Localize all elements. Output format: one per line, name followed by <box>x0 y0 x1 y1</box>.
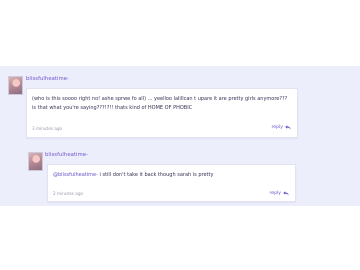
reply-label: reply <box>271 125 283 130</box>
comment-author[interactable]: blissfulheatime- <box>45 152 88 158</box>
comment-text-body: i still don't take it back though sarah … <box>97 172 214 178</box>
avatar[interactable] <box>28 152 43 171</box>
comment-card: @blissfulheatime- i still don't take it … <box>47 164 296 202</box>
comment-text: @blissfulheatime- i still don't take it … <box>53 171 213 180</box>
reply-button[interactable]: reply <box>269 191 289 196</box>
reply-arrow-icon <box>285 125 291 130</box>
comment-timestamp: 3 minutes ago <box>32 126 63 131</box>
comment-card: (who is this soooo right no! ashe sprwe … <box>26 88 298 138</box>
avatar[interactable] <box>8 76 23 95</box>
reply-arrow-icon <box>283 191 289 196</box>
comment-text-line-1: (who is this soooo right no! ashe sprwe … <box>32 96 288 102</box>
comment-timestamp: 2 minutes ago <box>53 191 84 196</box>
comment-author[interactable]: blissfulheatime- <box>26 76 69 82</box>
reply-button[interactable]: reply <box>271 125 291 130</box>
reply-label: reply <box>269 191 281 196</box>
mention-link[interactable]: @blissfulheatime- <box>53 172 98 178</box>
comment-text-line-2: is that what you're saying???!?!! thats … <box>32 105 193 111</box>
